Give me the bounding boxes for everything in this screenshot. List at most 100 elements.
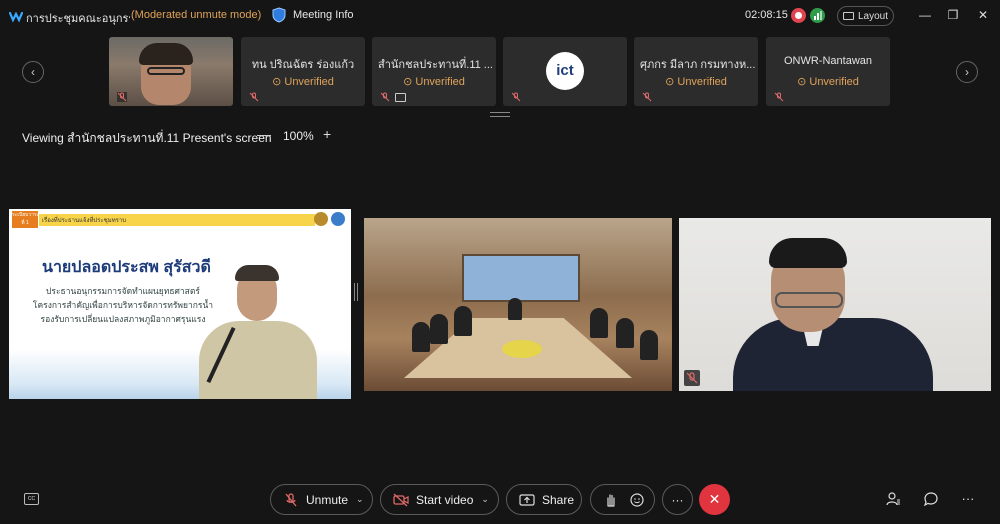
meeting-info-button[interactable]: Meeting Info bbox=[293, 9, 354, 21]
participant-hair bbox=[139, 43, 193, 65]
participant-glasses bbox=[147, 67, 185, 75]
pane-splitter[interactable] bbox=[354, 283, 358, 301]
status-text: Unverified bbox=[415, 76, 465, 88]
muted-mic-icon bbox=[249, 92, 259, 102]
participant-body bbox=[733, 318, 933, 391]
more-options-button[interactable]: ··· bbox=[662, 484, 693, 515]
screen-share-icon bbox=[395, 93, 406, 102]
chevron-down-icon[interactable]: ⌄ bbox=[481, 494, 489, 505]
emoji-reaction-icon[interactable] bbox=[629, 492, 645, 507]
reactions-group[interactable] bbox=[590, 484, 655, 515]
chat-icon[interactable] bbox=[923, 491, 939, 507]
layout-icon bbox=[842, 12, 854, 20]
muted-mic-icon bbox=[684, 370, 700, 386]
status-text: Unverified bbox=[677, 76, 727, 88]
network-signal-icon[interactable] bbox=[810, 8, 825, 23]
title-bar: การประชุมคณะอนุกรรม... (Moderated unmute… bbox=[0, 0, 1000, 32]
room-display-screen bbox=[462, 254, 580, 302]
unmute-button[interactable]: Unmute ⌄ bbox=[270, 484, 373, 515]
closed-captions-icon[interactable]: CC bbox=[24, 493, 39, 505]
minimize-button[interactable]: — bbox=[918, 8, 932, 22]
restore-button[interactable]: ❐ bbox=[946, 8, 960, 22]
thumbnails-next-button[interactable]: › bbox=[956, 61, 978, 83]
unverified-status: ⊙ Unverified bbox=[766, 75, 890, 88]
share-label: Share bbox=[542, 492, 575, 507]
meeting-window: การประชุมคณะอนุกรรม... (Moderated unmute… bbox=[0, 0, 1000, 524]
muted-mic-icon bbox=[774, 92, 784, 102]
warning-icon: ⊙ bbox=[403, 76, 416, 88]
participant-thumbnail[interactable] bbox=[109, 37, 233, 106]
layout-label: Layout bbox=[857, 10, 889, 22]
muted-mic-icon bbox=[511, 92, 521, 102]
recording-icon[interactable] bbox=[791, 8, 806, 23]
video-off-icon bbox=[393, 493, 409, 506]
unverified-status: ⊙ Unverified bbox=[634, 75, 758, 88]
room-participant bbox=[590, 308, 608, 338]
resize-handle[interactable] bbox=[490, 112, 510, 117]
unverified-status: ⊙ Unverified bbox=[372, 75, 496, 88]
participant-hair bbox=[769, 238, 847, 268]
room-flowers bbox=[502, 340, 542, 358]
meeting-timer: 02:08:15 bbox=[745, 9, 788, 21]
participant-video bbox=[109, 37, 233, 106]
agenda-badge: ระเบียบวาระที่ 1 bbox=[12, 211, 40, 228]
ict-logo: ict bbox=[546, 52, 584, 90]
participant-video-large[interactable] bbox=[679, 218, 991, 391]
participants-icon[interactable] bbox=[885, 491, 901, 507]
participant-name: สำนักชลประทานที่.11 ... bbox=[378, 59, 493, 71]
webex-logo-icon bbox=[9, 11, 23, 23]
share-button[interactable]: Share bbox=[506, 484, 582, 515]
raise-hand-icon[interactable] bbox=[603, 493, 619, 507]
moderated-mode-label: (Moderated unmute mode) bbox=[131, 9, 262, 21]
thumbnails-prev-button[interactable]: ‹ bbox=[22, 61, 44, 83]
participant-thumbnail[interactable]: ทน ปริณฉัตร ร่องแก้ว ⊙ Unverified bbox=[241, 37, 365, 106]
participant-glasses bbox=[775, 292, 843, 308]
participant-name: ทน ปริณฉัตร ร่องแก้ว bbox=[251, 59, 355, 71]
water-logo-icon bbox=[331, 212, 345, 226]
speaker-photo bbox=[189, 265, 331, 399]
warning-icon: ⊙ bbox=[665, 76, 678, 88]
zoom-in-button[interactable]: + bbox=[323, 126, 331, 142]
start-video-button[interactable]: Start video ⌄ bbox=[380, 484, 499, 515]
room-participant bbox=[508, 298, 522, 320]
muted-mic-icon bbox=[380, 92, 390, 102]
participant-thumbnail[interactable]: ict bbox=[503, 37, 627, 106]
zoom-out-button[interactable]: — bbox=[257, 126, 271, 142]
shared-screen-slide[interactable]: ระเบียบวาระที่ 1 เรื่องที่ประธานแจ้งที่ป… bbox=[9, 209, 351, 399]
muted-mic-icon bbox=[117, 92, 127, 102]
slide-topic: เรื่องที่ประธานแจ้งที่ประชุมทราบ bbox=[42, 218, 127, 224]
more-menu-button[interactable]: ··· bbox=[960, 491, 976, 507]
status-text: Unverified bbox=[284, 76, 334, 88]
room-participant bbox=[412, 322, 430, 352]
close-button[interactable]: ✕ bbox=[976, 8, 990, 22]
warning-icon: ⊙ bbox=[272, 76, 285, 88]
unmute-label: Unmute bbox=[306, 492, 349, 507]
participant-name: ศุภกร มีลาภ กรมทางห... bbox=[640, 59, 756, 71]
meeting-room-video[interactable] bbox=[364, 218, 672, 391]
zoom-level: 100% bbox=[283, 129, 314, 143]
leave-meeting-button[interactable]: ✕ bbox=[699, 484, 730, 515]
participant-thumbnail[interactable]: ONWR-Nantawan ⊙ Unverified bbox=[766, 37, 890, 106]
layout-button[interactable]: Layout bbox=[837, 6, 894, 26]
muted-mic-icon bbox=[642, 92, 652, 102]
room-participant bbox=[616, 318, 634, 348]
meeting-title: การประชุมคณะอนุกรรม... bbox=[26, 13, 130, 25]
emblem-icon bbox=[314, 212, 328, 226]
viewing-label: Viewing สำนักชลประทานที่.11 Present's sc… bbox=[22, 131, 272, 145]
participant-thumbnail[interactable]: สำนักชลประทานที่.11 ... ⊙ Unverified bbox=[372, 37, 496, 106]
muted-mic-icon bbox=[285, 492, 297, 506]
room-participant bbox=[454, 306, 472, 336]
start-video-label: Start video bbox=[416, 492, 474, 507]
chevron-down-icon[interactable]: ⌄ bbox=[356, 494, 364, 505]
warning-icon: ⊙ bbox=[797, 76, 810, 88]
speaker-hair bbox=[235, 265, 279, 281]
room-participant bbox=[430, 314, 448, 344]
share-icon bbox=[519, 493, 535, 506]
status-text: Unverified bbox=[809, 76, 859, 88]
unverified-status: ⊙ Unverified bbox=[241, 75, 365, 88]
speaker-name: นายปลอดประสพ สุรัสวดี bbox=[42, 259, 211, 276]
room-participant bbox=[640, 330, 658, 360]
participant-name: ONWR-Nantawan bbox=[783, 55, 873, 67]
shield-icon[interactable] bbox=[272, 7, 286, 23]
participant-thumbnail[interactable]: ศุภกร มีลาภ กรมทางห... ⊙ Unverified bbox=[634, 37, 758, 106]
